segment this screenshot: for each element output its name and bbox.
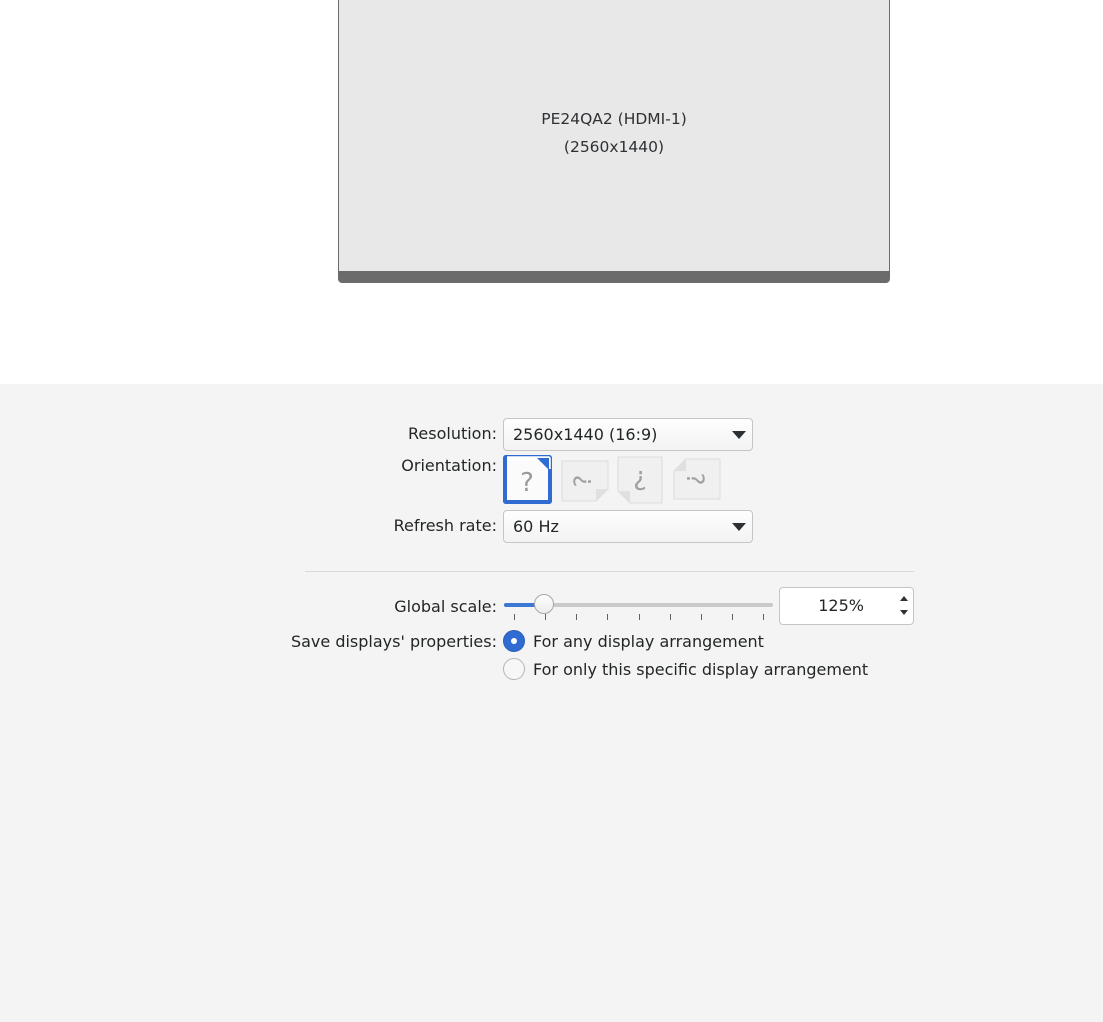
refresh-rate-combo[interactable]: 60 Hz: [503, 510, 753, 543]
svg-text:?: ?: [520, 468, 534, 498]
display-bottom-bar: [339, 271, 889, 283]
save-properties-label: Save displays' properties:: [290, 632, 497, 651]
display-name: PE24QA2 (HDMI-1): [541, 110, 687, 128]
radio-dot: [511, 638, 517, 644]
slider-tick: [607, 614, 609, 620]
resolution-value: 2560x1440 (16:9): [513, 425, 658, 444]
orientation-label: Orientation:: [401, 456, 497, 475]
slider-tick: [638, 614, 640, 620]
scale-value: 125%: [818, 596, 864, 615]
orientation-left-button[interactable]: ?: [560, 455, 609, 504]
orientation-right-button[interactable]: ?: [672, 455, 721, 504]
slider-tick: [700, 614, 702, 620]
display-resolution: (2560x1440): [563, 138, 665, 156]
orientation-inverted-button[interactable]: ?: [616, 455, 665, 504]
display-label: PE24QA2 (HDMI-1) (2560x1440): [339, 105, 889, 161]
chevron-down-icon: [732, 523, 746, 531]
upside-down-icon: ?: [617, 456, 663, 504]
spin-up-icon[interactable]: [900, 596, 908, 601]
slider-tick: [731, 614, 733, 620]
slider-tick: [545, 614, 547, 620]
spin-down-icon[interactable]: [900, 610, 908, 615]
radio-any-arrangement[interactable]: [503, 630, 525, 652]
scale-slider-handle[interactable]: [534, 594, 554, 614]
chevron-down-icon: [732, 431, 746, 439]
refresh-rate-label: Refresh rate:: [393, 516, 497, 535]
radio-any-arrangement-label[interactable]: For any display arrangement: [533, 632, 764, 652]
slider-tick: [514, 614, 515, 620]
orientation-normal-button[interactable]: ?: [503, 455, 552, 504]
radio-specific-arrangement[interactable]: [503, 658, 525, 680]
refresh-rate-value: 60 Hz: [513, 517, 559, 536]
rotate-right-icon: ?: [673, 458, 721, 500]
resolution-label: Resolution:: [408, 424, 497, 443]
display-preview[interactable]: PE24QA2 (HDMI-1) (2560x1440): [338, 0, 890, 283]
separator: [305, 571, 914, 572]
radio-specific-arrangement-label[interactable]: For only this specific display arrangeme…: [533, 660, 868, 680]
svg-text:?: ?: [633, 464, 647, 494]
slider-tick: [763, 614, 764, 620]
svg-text:?: ?: [681, 473, 709, 486]
slider-tick: [576, 614, 578, 620]
display-arrangement-area: PE24QA2 (HDMI-1) (2560x1440): [0, 0, 1103, 384]
rotate-left-icon: ?: [561, 460, 609, 502]
global-scale-label: Global scale:: [394, 597, 497, 616]
slider-tick: [669, 614, 671, 620]
scale-spinbox[interactable]: 125%: [779, 587, 914, 625]
svg-text:?: ?: [569, 475, 597, 488]
no-rotation-icon: ?: [503, 455, 552, 504]
resolution-combo[interactable]: 2560x1440 (16:9): [503, 418, 753, 451]
